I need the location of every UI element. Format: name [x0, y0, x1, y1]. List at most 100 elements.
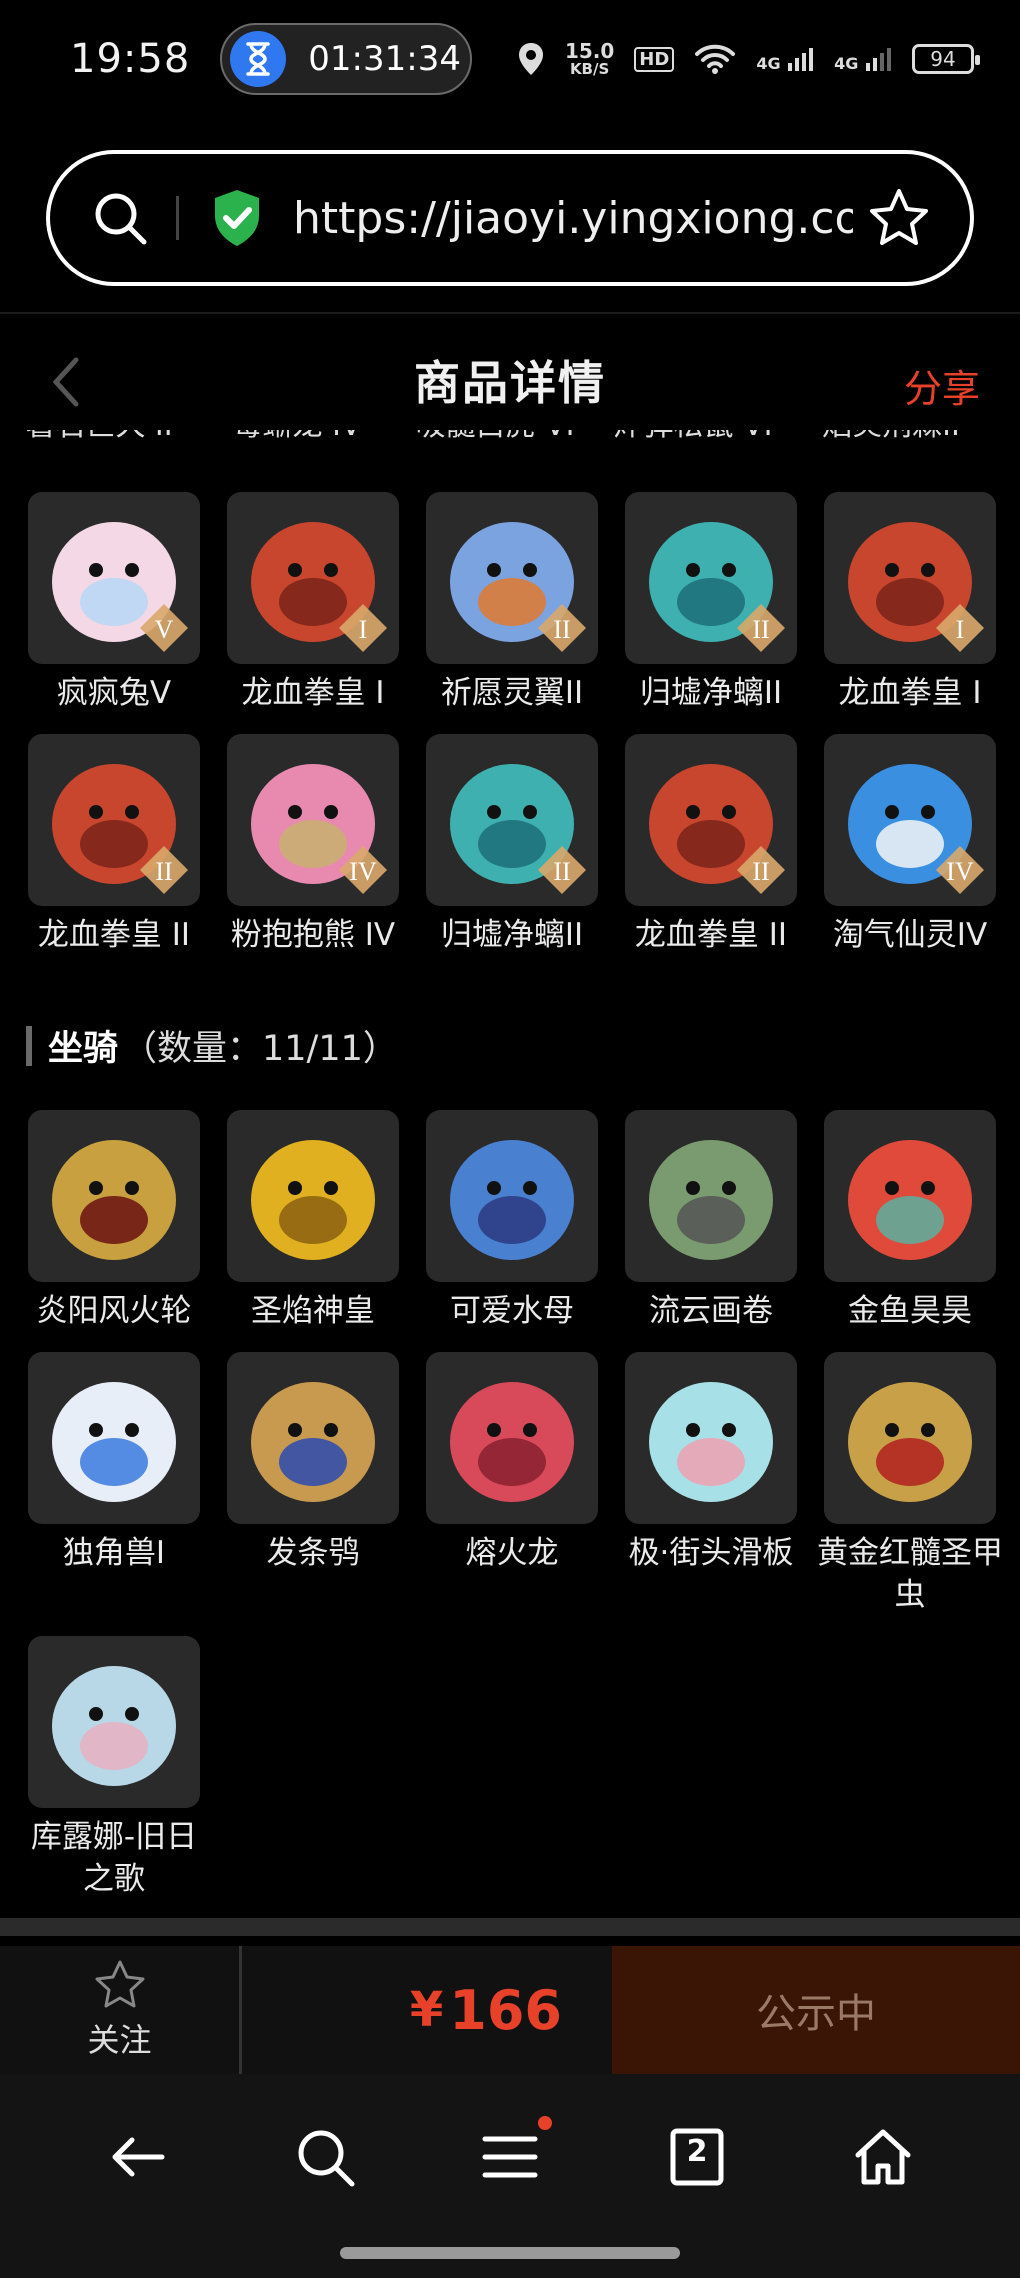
- mount-name: 熔火龙: [465, 1535, 559, 1571]
- mount-name: 黄金红髓圣甲虫: [817, 1535, 1003, 1613]
- mount-thumbnail[interactable]: [824, 1110, 996, 1282]
- mount-item[interactable]: 极·街头滑板: [625, 1352, 797, 1616]
- pet-artwork: II: [450, 764, 586, 894]
- pet-name: 龙血拳皇 II: [634, 917, 788, 953]
- mount-item[interactable]: 库露娜-旧日之歌: [28, 1636, 200, 1900]
- pet-name: 淘气仙灵IV: [832, 917, 988, 953]
- partial-label: 炸弹松鼠 VI: [594, 430, 792, 444]
- pet-thumbnail[interactable]: I: [227, 492, 399, 664]
- tabs-button[interactable]: 2: [662, 2122, 732, 2192]
- pet-thumbnail[interactable]: V: [28, 492, 200, 664]
- page-title: 商品详情: [414, 356, 606, 410]
- mount-name: 库露娜-旧日之歌: [30, 1819, 198, 1897]
- pet-item[interactable]: V 疯疯兔V: [28, 492, 200, 714]
- mount-name: 金鱼昊昊: [848, 1293, 972, 1329]
- mount-thumbnail[interactable]: [625, 1352, 797, 1524]
- mount-section-header: 坐骑 （数量：11/11）: [26, 1020, 398, 1071]
- bookmark-star-icon[interactable]: [868, 187, 930, 249]
- status-button[interactable]: 公示中: [612, 1946, 1020, 2074]
- mount-item[interactable]: 炎阳风火轮: [28, 1110, 200, 1332]
- mount-thumbnail[interactable]: [227, 1352, 399, 1524]
- currency-symbol: ¥: [409, 1982, 444, 2038]
- mount-thumbnail[interactable]: [227, 1110, 399, 1282]
- mount-item[interactable]: 黄金红髓圣甲虫: [817, 1352, 1003, 1616]
- mount-thumbnail[interactable]: [28, 1352, 200, 1524]
- mount-thumbnail[interactable]: [426, 1110, 598, 1282]
- pet-thumbnail[interactable]: II: [426, 734, 598, 906]
- pet-name: 龙血拳皇 I: [241, 675, 385, 711]
- rank-badge: I: [956, 615, 965, 644]
- address-bar[interactable]: https://jiaoyi.yingxiong.co...: [46, 150, 974, 286]
- screen-time-pill[interactable]: 01:31:34: [220, 23, 473, 95]
- pet-item[interactable]: II 龙血拳皇 II: [625, 734, 797, 956]
- mount-item[interactable]: 圣焰神皇: [227, 1110, 399, 1332]
- star-outline-icon: [95, 1960, 144, 2008]
- mount-thumbnail[interactable]: [28, 1110, 200, 1282]
- status-time: 19:58: [70, 36, 191, 82]
- pet-thumbnail[interactable]: II: [28, 734, 200, 906]
- mount-item[interactable]: 流云画卷: [625, 1110, 797, 1332]
- bar-divider: [0, 1918, 1020, 1936]
- separator: [176, 196, 179, 240]
- net-speed: 15.0 KB/S: [565, 41, 614, 77]
- partial-row: 暑石巨犬 II 毒蜥龙 IV 吸髓白虎 VI 炸弹松鼠 VI 焰炎荆棘II: [0, 430, 1020, 444]
- mount-item[interactable]: 熔火龙: [426, 1352, 598, 1616]
- signal-label-2: 4G: [834, 54, 859, 73]
- mount-name: 独角兽I: [62, 1535, 166, 1571]
- signal-4g-icon-2: 4G: [834, 45, 892, 73]
- pet-name: 祈愿灵翼II: [440, 675, 584, 711]
- pet-item[interactable]: II 归墟净螭II: [426, 734, 598, 956]
- pet-thumbnail[interactable]: IV: [824, 734, 996, 906]
- pet-thumbnail[interactable]: II: [625, 492, 797, 664]
- pet-item[interactable]: II 祈愿灵翼II: [426, 492, 598, 714]
- timer-text: 01:31:34: [308, 39, 461, 79]
- mount-item[interactable]: 金鱼昊昊: [824, 1110, 996, 1332]
- pet-thumbnail[interactable]: II: [426, 492, 598, 664]
- mount-artwork: [649, 1140, 773, 1260]
- menu-icon[interactable]: [475, 2122, 545, 2192]
- pet-artwork: II: [649, 764, 785, 894]
- partial-label: 吸髓白虎 VI: [396, 430, 594, 444]
- pet-item[interactable]: II 龙血拳皇 II: [28, 734, 200, 956]
- search-icon[interactable]: [290, 2122, 360, 2192]
- screen: 19:58 01:31:34 15.0 KB/S HD 4G 4G 94 htt…: [0, 0, 1020, 2278]
- url-text[interactable]: https://jiaoyi.yingxiong.co...: [293, 193, 853, 244]
- status-label: 公示中: [756, 1991, 876, 2037]
- mount-artwork: [848, 1382, 972, 1502]
- mount-thumbnail[interactable]: [28, 1636, 200, 1808]
- pet-item[interactable]: IV 粉抱抱熊 IV: [227, 734, 399, 956]
- pet-item[interactable]: IV 淘气仙灵IV: [824, 734, 996, 956]
- pet-thumbnail[interactable]: I: [824, 492, 996, 664]
- back-chevron-icon[interactable]: [46, 352, 86, 412]
- hourglass-icon: [230, 31, 287, 87]
- mount-item[interactable]: 可爱水母: [426, 1110, 598, 1332]
- mount-artwork: [52, 1140, 176, 1260]
- mount-item[interactable]: 发条鸮: [227, 1352, 399, 1616]
- net-speed-value: 15.0: [564, 39, 615, 63]
- pet-item[interactable]: I 龙血拳皇 I: [227, 492, 399, 714]
- mount-count: （数量：11/11）: [122, 1029, 398, 1069]
- mount-artwork: [52, 1666, 176, 1786]
- back-arrow-icon[interactable]: [104, 2122, 174, 2192]
- pet-thumbnail[interactable]: IV: [227, 734, 399, 906]
- pet-thumbnail[interactable]: II: [625, 734, 797, 906]
- mount-item[interactable]: 独角兽I: [28, 1352, 200, 1616]
- share-button[interactable]: 分享: [904, 358, 980, 413]
- home-icon[interactable]: [848, 2122, 918, 2192]
- mount-artwork: [450, 1382, 574, 1502]
- mount-artwork: [251, 1140, 375, 1260]
- pet-artwork: I: [251, 522, 387, 652]
- mount-thumbnail[interactable]: [625, 1110, 797, 1282]
- mount-thumbnail[interactable]: [824, 1352, 996, 1524]
- pet-artwork: I: [848, 522, 984, 652]
- mount-thumbnail[interactable]: [426, 1352, 598, 1524]
- rank-badge: II: [752, 857, 769, 886]
- search-icon[interactable]: [90, 188, 150, 248]
- pet-item[interactable]: I 龙血拳皇 I: [824, 492, 996, 714]
- home-indicator[interactable]: [340, 2247, 680, 2259]
- content-scroll[interactable]: 暑石巨犬 II 毒蜥龙 IV 吸髓白虎 VI 炸弹松鼠 VI 焰炎荆棘II V 疯…: [0, 430, 1020, 1915]
- mount-name: 极·街头滑板: [628, 1535, 794, 1571]
- pet-item[interactable]: II 归墟净螭II: [625, 492, 797, 714]
- rank-badge: II: [752, 615, 769, 644]
- follow-button[interactable]: 关注: [0, 1946, 242, 2074]
